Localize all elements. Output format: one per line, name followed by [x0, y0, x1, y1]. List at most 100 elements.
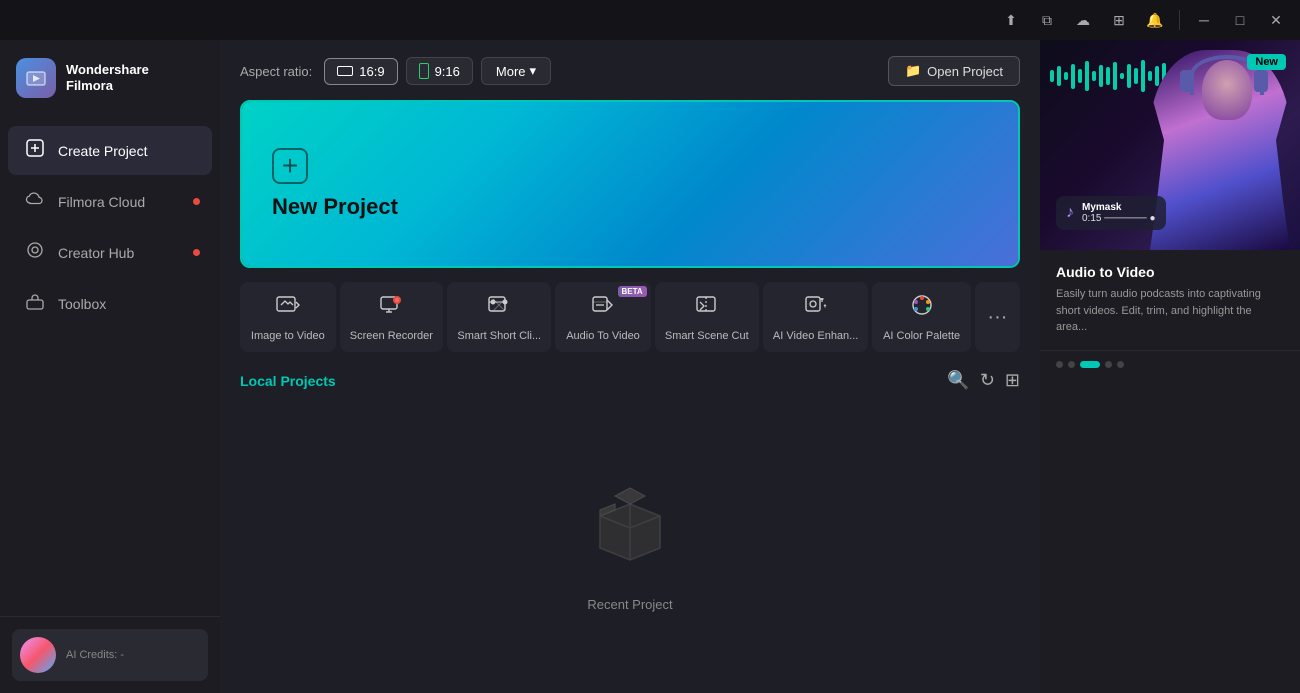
promo-description: Easily turn audio podcasts into captivat…	[1056, 286, 1284, 336]
sidebar-item-filmora-cloud[interactable]: Filmora Cloud	[8, 177, 212, 226]
image-to-video-icon	[275, 292, 301, 324]
copy-icon[interactable]: ⧉	[1031, 4, 1063, 36]
sidebar-item-label: Create Project	[58, 143, 147, 159]
sidebar-item-label: Toolbox	[58, 296, 106, 312]
cloud-upload-icon[interactable]: ☁	[1067, 4, 1099, 36]
aspect-16-9-button[interactable]: 16:9	[324, 58, 397, 85]
title-bar: ⬆ ⧉ ☁ ⊞ 🔔 ─ □ ✕	[0, 0, 1300, 40]
sidebar-item-label: Creator Hub	[58, 245, 134, 261]
tool-label: AI Video Enhan...	[773, 330, 858, 342]
empty-box-icon	[585, 476, 675, 583]
minimize-icon[interactable]: ─	[1188, 4, 1220, 36]
local-projects-title: Local Projects	[240, 373, 336, 389]
promo-card: ♪ Mymask 0:15 ────── ● New Audio to Vide…	[1040, 40, 1300, 378]
new-badge: New	[1247, 54, 1286, 70]
app-body: Wondershare Filmora Create Project	[0, 40, 1300, 693]
tool-image-to-video[interactable]: Image to Video	[240, 282, 336, 352]
creator-hub-icon	[24, 240, 46, 265]
new-project-plus-icon: +	[272, 148, 308, 184]
search-icon[interactable]: 🔍	[947, 370, 969, 391]
right-panel: ♪ Mymask 0:15 ────── ● New Audio to Vide…	[1040, 40, 1300, 693]
tool-audio-to-video[interactable]: BETA Audio To Video	[555, 282, 650, 352]
open-project-button[interactable]: 📁 Open Project	[888, 56, 1020, 86]
grid-view-icon[interactable]: ⊞	[1005, 370, 1020, 391]
top-bar: Aspect ratio: 16:9 9:16 More ▾ 📁 Open Pr…	[240, 56, 1020, 86]
aspect-16-9-label: 16:9	[359, 64, 384, 79]
dot-1[interactable]	[1056, 361, 1063, 368]
create-project-icon	[24, 138, 46, 163]
dot-4[interactable]	[1105, 361, 1112, 368]
aspect-9-16-label: 9:16	[435, 64, 460, 79]
promo-dots	[1040, 351, 1300, 378]
aspect-ratio-label: Aspect ratio:	[240, 64, 312, 79]
music-note-icon: ♪	[1066, 204, 1074, 222]
main-content: Aspect ratio: 16:9 9:16 More ▾ 📁 Open Pr…	[220, 40, 1040, 693]
aspect-ratio-group: Aspect ratio: 16:9 9:16 More ▾	[240, 57, 551, 85]
promo-heading: Audio to Video	[1056, 264, 1284, 280]
tool-smart-short-clip[interactable]: Smart Short Cli...	[447, 282, 551, 352]
music-progress: 0:15 ────── ●	[1082, 213, 1156, 224]
sidebar-item-creator-hub[interactable]: Creator Hub	[8, 228, 212, 277]
separator	[1179, 10, 1180, 30]
credits-text: AI Credits: -	[66, 649, 124, 661]
tool-smart-scene-cut[interactable]: Smart Scene Cut	[655, 282, 759, 352]
close-icon[interactable]: ✕	[1260, 4, 1292, 36]
tool-label: Screen Recorder	[350, 330, 433, 342]
sidebar-item-toolbox[interactable]: Toolbox	[8, 279, 212, 328]
portrait-icon	[419, 63, 429, 79]
maximize-icon[interactable]: □	[1224, 4, 1256, 36]
sidebar-item-label: Filmora Cloud	[58, 194, 145, 210]
beta-badge: BETA	[618, 286, 647, 297]
send-icon[interactable]: ⬆	[995, 4, 1027, 36]
tool-label: Smart Scene Cut	[665, 330, 749, 342]
open-project-label: Open Project	[927, 64, 1003, 79]
music-info: Mymask 0:15 ────── ●	[1082, 202, 1156, 224]
chevron-down-icon: ▾	[530, 63, 537, 79]
audio-to-video-icon	[590, 292, 616, 324]
bell-icon[interactable]: 🔔	[1139, 4, 1171, 36]
smart-short-clip-icon	[486, 292, 512, 324]
notification-dot	[193, 198, 200, 205]
folder-icon: 📁	[905, 63, 921, 79]
notification-dot	[193, 249, 200, 256]
new-project-area[interactable]: + New Project	[240, 100, 1020, 268]
logo-icon	[16, 58, 56, 98]
sidebar-bottom: AI Credits: -	[0, 616, 220, 693]
screen-recorder-icon	[378, 292, 404, 324]
new-project-title: New Project	[272, 194, 988, 220]
music-title: Mymask	[1082, 202, 1156, 213]
tools-row: Image to Video Screen Recorder	[240, 282, 1020, 352]
cloud-icon	[24, 189, 46, 214]
tool-label: Image to Video	[251, 330, 325, 342]
tool-ai-color-palette[interactable]: AI Color Palette	[872, 282, 970, 352]
dot-3[interactable]	[1080, 361, 1100, 368]
sidebar-item-create-project[interactable]: Create Project	[8, 126, 212, 175]
ai-color-palette-icon	[909, 292, 935, 324]
tool-ai-video-enhance[interactable]: AI Video Enhan...	[763, 282, 869, 352]
header-actions: 🔍 ↻ ⊞	[947, 370, 1020, 391]
refresh-icon[interactable]: ↻	[980, 370, 995, 391]
tool-label: Smart Short Cli...	[457, 330, 541, 342]
tool-label: Audio To Video	[566, 330, 640, 342]
ellipsis-icon: ···	[987, 306, 1007, 329]
more-button[interactable]: More ▾	[481, 57, 551, 85]
user-area[interactable]: AI Credits: -	[12, 629, 208, 681]
grid-icon[interactable]: ⊞	[1103, 4, 1135, 36]
smart-scene-cut-icon	[694, 292, 720, 324]
dot-2[interactable]	[1068, 361, 1075, 368]
logo-text: Wondershare Filmora	[66, 62, 149, 93]
aspect-9-16-button[interactable]: 9:16	[406, 57, 473, 85]
new-project-gradient: + New Project	[242, 102, 1018, 266]
avatar	[20, 637, 56, 673]
tool-label: AI Color Palette	[883, 330, 960, 342]
promo-text: Audio to Video Easily turn audio podcast…	[1040, 250, 1300, 351]
dot-5[interactable]	[1117, 361, 1124, 368]
promo-card-background: ♪ Mymask 0:15 ────── ● New	[1040, 40, 1300, 250]
toolbox-icon	[24, 291, 46, 316]
tool-screen-recorder[interactable]: Screen Recorder	[340, 282, 444, 352]
sidebar-logo: Wondershare Filmora	[0, 40, 220, 116]
tool-more-button[interactable]: ···	[975, 282, 1020, 352]
empty-state-text: Recent Project	[587, 597, 672, 612]
empty-state: Recent Project	[240, 411, 1020, 677]
ai-video-enhance-icon	[803, 292, 829, 324]
